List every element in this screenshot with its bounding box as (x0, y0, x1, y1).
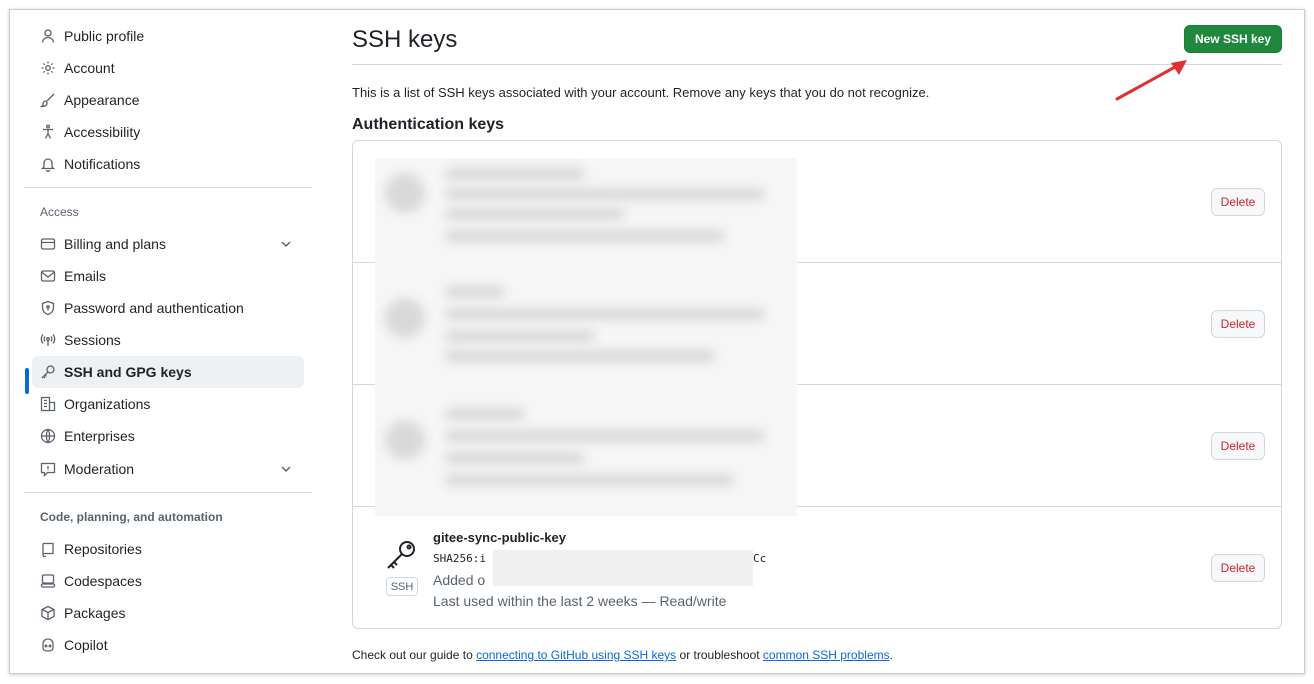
section-heading-access: Access (40, 205, 79, 219)
repo-icon (40, 541, 56, 557)
sidebar-item-label: Public profile (64, 28, 145, 44)
key-fingerprint: SHA256:i (433, 552, 486, 565)
key-added-date: Added o (433, 572, 486, 588)
ssh-key-list: Delete Delete Delete SSH gitee-sync-publ… (352, 140, 1282, 629)
shield-lock-icon (40, 300, 56, 316)
delete-key-button[interactable]: Delete (1211, 310, 1265, 338)
new-ssh-key-button[interactable]: New SSH key (1184, 25, 1282, 53)
settings-sidebar: Public profile Account Appearance Access… (24, 10, 314, 673)
key-icon (383, 537, 419, 573)
sidebar-item-codespaces[interactable]: Codespaces (32, 565, 304, 597)
key-title: gitee-sync-public-key (433, 530, 566, 545)
key-fingerprint-end: Cc (753, 552, 767, 565)
credit-card-icon (40, 236, 56, 252)
help-footer: Check out our guide to connecting to Git… (352, 648, 893, 662)
accessibility-icon (40, 124, 56, 140)
footer-text: or troubleshoot (676, 648, 763, 662)
delete-key-button[interactable]: Delete (1211, 432, 1265, 460)
annotation-arrow-icon (1115, 60, 1187, 101)
sidebar-item-label: Copilot (64, 637, 108, 653)
sidebar-item-label: Password and authentication (64, 300, 244, 316)
sidebar-item-label: Account (64, 60, 115, 76)
sidebar-item-label: Moderation (64, 461, 135, 477)
sidebar-item-label: Billing and plans (64, 236, 166, 252)
key-last-used: Last used within the last 2 weeks — Read… (433, 593, 727, 609)
copilot-icon (40, 637, 56, 653)
chevron-down-icon (278, 236, 294, 252)
person-icon (40, 28, 56, 44)
sidebar-item-appearance[interactable]: Appearance (32, 84, 304, 116)
ssh-type-badge: SSH (386, 577, 418, 596)
sidebar-divider (24, 187, 312, 188)
sidebar-item-billing[interactable]: Billing and plans (32, 228, 304, 260)
ssh-guide-link[interactable]: connecting to GitHub using SSH keys (476, 648, 676, 662)
delete-key-button[interactable]: Delete (1211, 188, 1265, 216)
key-icon (40, 364, 56, 380)
section-heading-code: Code, planning, and automation (40, 510, 223, 524)
sidebar-item-repositories[interactable]: Repositories (32, 533, 304, 565)
globe-icon (40, 428, 56, 444)
sidebar-item-emails[interactable]: Emails (32, 260, 304, 292)
ssh-key-row: SSH gitee-sync-public-key SHA256:i Cc Ad… (353, 507, 1281, 629)
sidebar-item-label: Notifications (64, 156, 141, 172)
sidebar-item-sessions[interactable]: Sessions (32, 324, 304, 356)
sidebar-item-organizations[interactable]: Organizations (32, 388, 304, 420)
intro-text: This is a list of SSH keys associated wi… (352, 85, 930, 100)
footer-text: . (889, 648, 893, 662)
footer-text: Check out our guide to (352, 648, 477, 662)
sidebar-item-label: Emails (64, 268, 107, 284)
sidebar-item-notifications[interactable]: Notifications (32, 148, 304, 180)
sidebar-item-accessibility[interactable]: Accessibility (32, 116, 304, 148)
paintbrush-icon (40, 92, 56, 108)
sidebar-item-label: Packages (64, 605, 126, 621)
sidebar-item-enterprises[interactable]: Enterprises (32, 420, 304, 452)
sidebar-item-public-profile[interactable]: Public profile (32, 20, 304, 52)
sidebar-item-password[interactable]: Password and authentication (32, 292, 304, 324)
chevron-down-icon (278, 461, 294, 477)
page-title: SSH keys (352, 26, 458, 53)
ssh-troubleshoot-link[interactable]: common SSH problems (763, 648, 890, 662)
sidebar-item-packages[interactable]: Packages (32, 597, 304, 629)
sidebar-item-label: Accessibility (64, 124, 141, 140)
sidebar-item-label: Appearance (64, 92, 140, 108)
main-content: SSH keys New SSH key This is a list of S… (352, 10, 1282, 673)
active-indicator (25, 368, 29, 394)
package-icon (40, 605, 56, 621)
sidebar-item-label: Codespaces (64, 573, 142, 589)
sidebar-divider (24, 492, 312, 493)
sidebar-item-label: Repositories (64, 541, 142, 557)
sidebar-item-moderation[interactable]: Moderation (32, 453, 304, 485)
gear-icon (40, 60, 56, 76)
sidebar-item-label: Enterprises (64, 428, 135, 444)
sidebar-item-account[interactable]: Account (32, 52, 304, 84)
redacted-fingerprint (493, 550, 753, 586)
organization-icon (40, 396, 56, 412)
broadcast-icon (40, 332, 56, 348)
sidebar-item-copilot[interactable]: Copilot (32, 629, 304, 661)
sidebar-item-ssh-gpg-keys[interactable]: SSH and GPG keys (32, 356, 304, 388)
authentication-keys-heading: Authentication keys (352, 116, 505, 133)
sidebar-item-label: Sessions (64, 332, 121, 348)
delete-key-button[interactable]: Delete (1211, 554, 1265, 582)
redacted-keys-blur (375, 158, 797, 516)
bell-icon (40, 156, 56, 172)
sidebar-item-label: SSH and GPG keys (64, 364, 192, 380)
report-icon (40, 461, 56, 477)
mail-icon (40, 268, 56, 284)
sidebar-item-label: Organizations (64, 396, 151, 412)
settings-page: Public profile Account Appearance Access… (9, 9, 1305, 674)
codespaces-icon (40, 573, 56, 589)
